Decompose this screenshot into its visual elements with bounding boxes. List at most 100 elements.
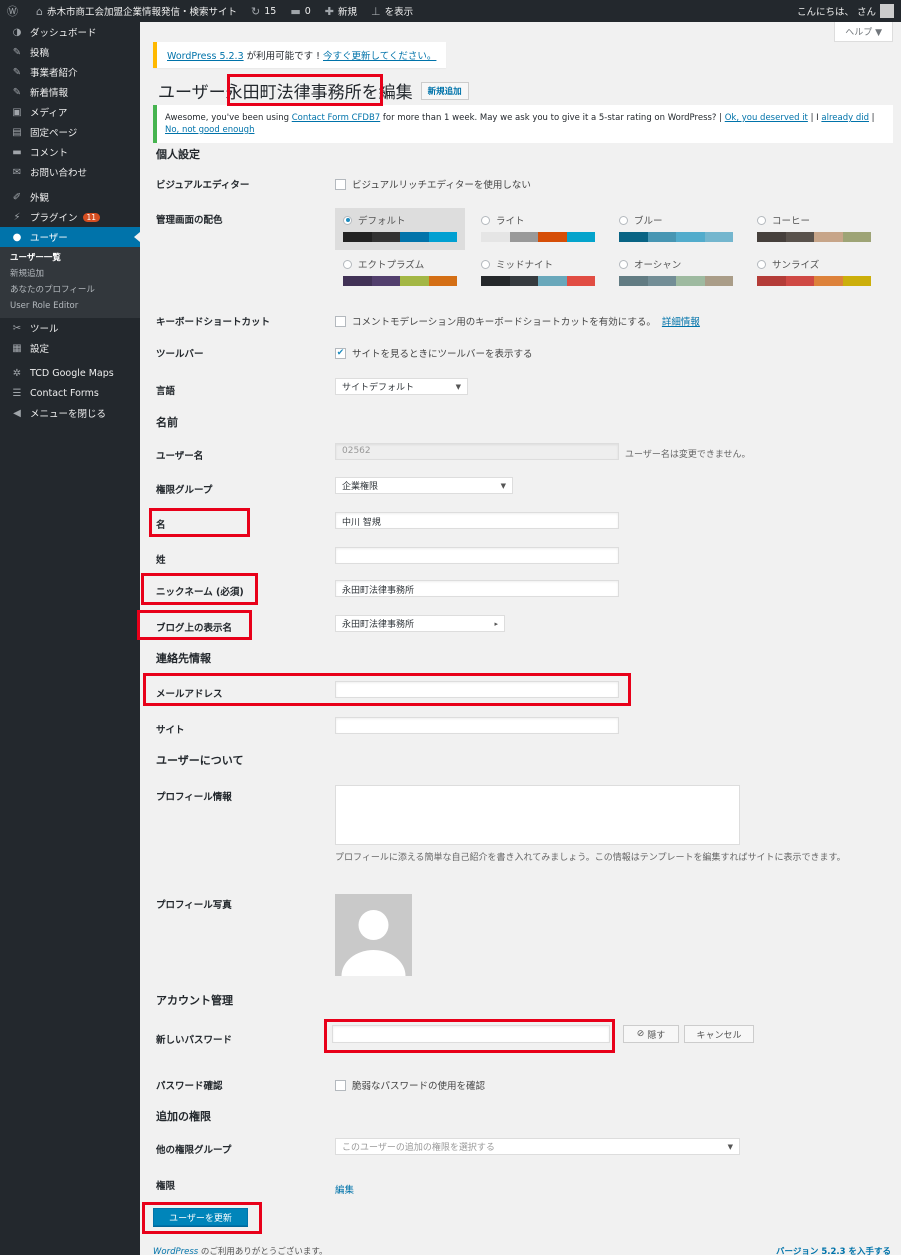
last-name-field[interactable] <box>335 547 619 564</box>
color-scheme-radio[interactable] <box>343 215 352 225</box>
ok-deserved-link[interactable]: Ok, you deserved it <box>725 113 808 123</box>
submenu-item[interactable]: 新規追加 <box>0 266 140 282</box>
color-swatches <box>619 232 733 242</box>
color-scheme-option[interactable]: オーシャン <box>611 252 741 294</box>
sidebar-item[interactable]: ◑ ダッシュボード <box>0 22 140 42</box>
sidebar-item[interactable]: ⚡ プラグイン 11 <box>0 207 140 227</box>
color-scheme-radio[interactable] <box>757 259 766 269</box>
capabilities-label: 権限 <box>156 1181 176 1192</box>
color-swatch <box>704 276 733 286</box>
not-good-enough-link[interactable]: No, not good enough <box>165 125 254 135</box>
color-swatches <box>481 276 595 286</box>
sidebar-item[interactable]: ▦ 設定 <box>0 338 140 358</box>
hide-password-button[interactable]: ⊘ 隠す <box>623 1025 679 1043</box>
my-account-link[interactable]: こんにちは、 さん <box>790 0 901 22</box>
color-scheme-option[interactable]: サンライズ <box>749 252 879 294</box>
color-scheme-label: エクトプラズム <box>343 256 457 272</box>
last-name-label: 姓 <box>156 555 166 566</box>
wordpress-logo-icon[interactable]: Ⓦ <box>0 0 29 22</box>
submenu-item[interactable]: ユーザー一覧 <box>0 250 140 266</box>
color-scheme-option[interactable]: ミッドナイト <box>473 252 603 294</box>
site-name-link[interactable]: ⌂ 赤木市商工会加盟企業情報発信・検索サイト <box>29 0 244 22</box>
sidebar-item[interactable]: ☰ Contact Forms <box>0 383 140 403</box>
toolbar-checkbox[interactable]: ✔ <box>335 347 346 359</box>
highlight-new-password <box>324 1019 615 1053</box>
color-scheme-option[interactable]: コーヒー <box>749 208 879 250</box>
language-select[interactable]: サイトデフォルト ▼ <box>335 378 468 395</box>
sidebar-item[interactable]: ✲ TCD Google Maps <box>0 363 140 383</box>
pin-icon: ✎ <box>12 86 22 98</box>
sidebar-item[interactable]: ✐ 外観 <box>0 187 140 207</box>
sidebar-item[interactable]: ● ユーザー <box>0 227 140 247</box>
color-scheme-radio[interactable] <box>619 259 628 269</box>
color-swatch <box>757 276 786 286</box>
color-swatch <box>400 232 429 242</box>
color-scheme-option[interactable]: デフォルト <box>335 208 465 250</box>
view-user-link[interactable]: ⊥ を表示 <box>364 0 420 22</box>
sidebar-item[interactable]: ▤ 固定ページ <box>0 122 140 142</box>
website-field[interactable] <box>335 717 619 734</box>
sidebar-item[interactable]: ✎ 投稿 <box>0 42 140 62</box>
sidebar-item[interactable]: ▬ コメント <box>0 142 140 162</box>
display-name-select[interactable]: 永田町法律事務所 ▸ <box>335 615 505 632</box>
already-did-link[interactable]: already did <box>821 113 869 123</box>
color-swatch <box>481 232 510 242</box>
sidebar-item[interactable]: ◀ メニューを閉じる <box>0 403 140 423</box>
color-scheme-radio[interactable] <box>481 259 490 269</box>
color-scheme-radio[interactable] <box>619 215 628 225</box>
color-swatch <box>428 276 457 286</box>
color-swatch <box>619 276 648 286</box>
color-swatch <box>538 232 567 242</box>
sidebar-item[interactable]: ✂ ツール <box>0 318 140 338</box>
color-scheme-radio[interactable] <box>757 215 766 225</box>
confirm-weak-checkbox[interactable] <box>335 1079 346 1091</box>
plugin-icon: ⚡ <box>13 211 21 223</box>
color-scheme-radio[interactable] <box>343 259 352 269</box>
cfdb7-link[interactable]: Contact Form CFDB7 <box>292 113 381 123</box>
submenu-item[interactable]: あなたのプロフィール <box>0 282 140 298</box>
nickname-field[interactable]: 永田町法律事務所 <box>335 580 619 597</box>
comments-link[interactable]: ▬ 0 <box>283 0 317 22</box>
update-now-link[interactable]: 今すぐ更新してください。 <box>323 51 436 62</box>
wordpress-version-link[interactable]: WordPress 5.2.3 <box>167 51 244 62</box>
update-nag: WordPress 5.2.3 が利用可能です ! 今すぐ更新してください。 <box>153 42 447 68</box>
color-scheme-label: 管理画面の配色 <box>156 215 223 226</box>
color-swatch <box>842 276 871 286</box>
bio-label: プロフィール情報 <box>156 792 232 803</box>
profile-photo-label: プロフィール写真 <box>156 900 232 911</box>
sidebar-item[interactable]: ✎ 事業者紹介 <box>0 62 140 82</box>
role-select[interactable]: 企業権限 ▼ <box>335 477 513 494</box>
first-name-field[interactable]: 中川 智規 <box>335 512 619 529</box>
new-content-link[interactable]: ✚ 新規 <box>318 0 364 22</box>
color-scheme-name: エクトプラズム <box>358 260 425 271</box>
updates-link[interactable]: ↻ 15 <box>244 0 283 22</box>
edit-capabilities-link[interactable]: 編集 <box>335 1182 354 1196</box>
color-scheme-option[interactable]: ブルー <box>611 208 741 250</box>
bio-textarea[interactable] <box>335 785 740 845</box>
sidebar-item[interactable]: ✎ 新着情報 <box>0 82 140 102</box>
sidebar-item[interactable]: ✉ お問い合わせ <box>0 162 140 182</box>
wordpress-link[interactable]: WordPress <box>153 1247 198 1255</box>
add-new-button[interactable]: 新規追加 <box>420 81 469 100</box>
visual-editor-checkbox[interactable] <box>335 178 346 190</box>
color-scheme-option[interactable]: ライト <box>473 208 603 250</box>
color-scheme-option[interactable]: エクトプラズム <box>335 252 465 294</box>
color-swatch <box>842 232 871 242</box>
other-roles-select[interactable]: このユーザーの追加の権限を選択する ▼ <box>335 1138 740 1155</box>
help-tab[interactable]: ヘルプ ▼ <box>834 22 893 42</box>
new-password-label: 新しいパスワード <box>156 1035 233 1046</box>
sidebar-item[interactable]: ▣ メディア <box>0 102 140 122</box>
visual-editor-label: ビジュアルエディター <box>156 180 250 191</box>
website-label: サイト <box>156 725 185 736</box>
submenu-item[interactable]: User Role Editor <box>0 298 140 314</box>
keyboard-shortcuts-checkbox[interactable] <box>335 315 346 327</box>
visual-editor-option: ビジュアルリッチエディターを使用しない <box>335 177 531 191</box>
color-swatch <box>428 232 457 242</box>
cancel-password-button[interactable]: キャンセル <box>684 1025 754 1043</box>
color-scheme-radio[interactable] <box>481 215 490 225</box>
get-version-link[interactable]: バージョン 5.2.3 を入手する <box>776 1245 891 1255</box>
chevron-down-icon: ▼ <box>455 382 461 391</box>
more-info-link[interactable]: 詳細情報 <box>662 314 700 328</box>
mail-icon: ✉ <box>12 166 22 178</box>
chevron-down-icon: ▼ <box>500 481 506 490</box>
